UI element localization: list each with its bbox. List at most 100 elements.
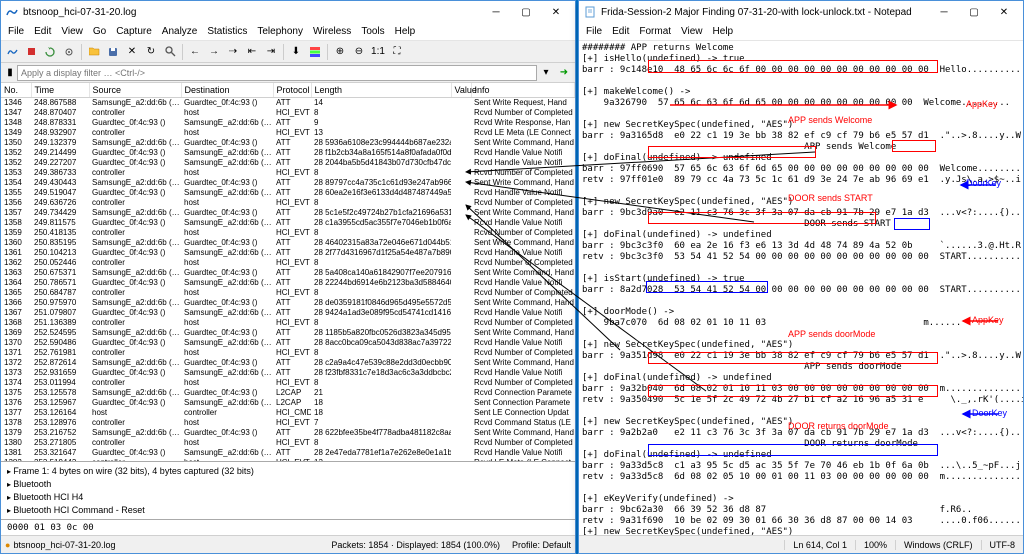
packet-row[interactable]: 1353249.386733controllerhostHCI_EVT8Rcvd… (1, 168, 575, 178)
packet-row[interactable]: 1374253.011994controllerhostHCI_EVT8Rcvd… (1, 378, 575, 388)
packet-row[interactable]: 1381253.321647Guardtec_0f:4c:93 ()Samsun… (1, 448, 575, 458)
menu-edit[interactable]: Edit (607, 26, 634, 37)
packet-row[interactable]: 1349248.932907controllerhostHCI_EVT13Rcv… (1, 128, 575, 138)
packet-details[interactable]: Frame 1: 4 bytes on wire (32 bits), 4 by… (1, 461, 575, 519)
packet-row[interactable]: 1352249.214499Guardtec_0f:4c:93 ()Samsun… (1, 148, 575, 158)
menu-file[interactable]: File (581, 26, 607, 37)
zoom-out-icon[interactable]: ⊖ (350, 43, 368, 61)
packet-row[interactable]: 1354249.430443SamsungE_a2:dd:6b (…Guardt… (1, 178, 575, 188)
filter-bookmark-icon[interactable]: ▮ (3, 64, 17, 82)
packet-row[interactable]: 1361250.104213Guardtec_0f:4c:93 ()Samsun… (1, 248, 575, 258)
packet-row[interactable]: 1356249.636726controllerhostHCI_EVT8Rcvd… (1, 198, 575, 208)
packet-row[interactable]: 1348248.878331Guardtec_0f:4c:93 ()Samsun… (1, 118, 575, 128)
packet-row[interactable]: 1358249.811575Guardtec_0f:4c:93 ()Samsun… (1, 218, 575, 228)
column-header[interactable]: Info (471, 83, 575, 97)
packet-row[interactable]: 1373252.931659Guardtec_0f:4c:93 ()Samsun… (1, 368, 575, 378)
column-header[interactable]: Protocol (273, 83, 311, 97)
tree-node[interactable]: Bluetooth (7, 478, 569, 491)
colorize-icon[interactable] (306, 43, 324, 61)
minimize-button[interactable]: ─ (481, 2, 511, 22)
column-header[interactable]: No. (1, 83, 31, 97)
menu-capture[interactable]: Capture (111, 26, 157, 37)
notepad-textarea[interactable]: ######## APP returns Welcome [+] isHello… (579, 41, 1023, 535)
packet-row[interactable]: 1366250.975970SamsungE_a2:dd:6b (…Guardt… (1, 298, 575, 308)
packet-row[interactable]: 1369252.524595SamsungE_a2:dd:6b (…Guardt… (1, 328, 575, 338)
column-header[interactable]: Value (451, 83, 471, 97)
packet-row[interactable]: 1382253.519443controllerhostHCI_EVT13Rcv… (1, 458, 575, 462)
menu-analyze[interactable]: Analyze (157, 26, 203, 37)
find-icon[interactable] (161, 43, 179, 61)
maximize-button[interactable]: ▢ (511, 2, 541, 22)
go-back-icon[interactable]: ← (186, 43, 204, 61)
packet-row[interactable]: 1347248.870407controllerhostHCI_EVT8Rcvd… (1, 108, 575, 118)
packet-bytes[interactable]: 0000 01 03 0c 00 (1, 519, 575, 535)
menu-statistics[interactable]: Statistics (202, 26, 252, 37)
zoom-in-icon[interactable]: ⊕ (331, 43, 349, 61)
packet-row[interactable]: 1362250.052446controllerhostHCI_EVT8Rcvd… (1, 258, 575, 268)
packet-row[interactable]: 1346248.867588SamsungE_a2:dd:6b (…Guardt… (1, 97, 575, 108)
menu-edit[interactable]: Edit (29, 26, 56, 37)
packet-row[interactable]: 1380253.271805controllerhostHCI_EVT8Rcvd… (1, 438, 575, 448)
stop-capture-icon[interactable] (22, 43, 40, 61)
status-ln-col: Ln 614, Col 1 (784, 540, 855, 550)
column-header[interactable]: Destination (181, 83, 273, 97)
minimize-button[interactable]: ─ (929, 2, 959, 22)
menu-help[interactable]: Help (390, 26, 421, 37)
go-to-icon[interactable]: ⇢ (224, 43, 242, 61)
menu-tools[interactable]: Tools (356, 26, 389, 37)
close-file-icon[interactable]: ✕ (123, 43, 141, 61)
menu-format[interactable]: Format (634, 26, 676, 37)
tree-node[interactable]: Bluetooth HCI Command - Reset (7, 504, 569, 517)
packet-row[interactable]: 1357249.734429SamsungE_a2:dd:6b (…Guardt… (1, 208, 575, 218)
packet-list[interactable]: No.TimeSourceDestinationProtocolLengthVa… (1, 83, 575, 461)
packet-row[interactable]: 1355249.519047Guardtec_0f:4c:93 ()Samsun… (1, 188, 575, 198)
tree-node[interactable]: Frame 1: 4 bytes on wire (32 bits), 4 by… (7, 465, 569, 478)
packet-row[interactable]: 1365250.684787controllerhostHCI_EVT8Rcvd… (1, 288, 575, 298)
filter-dropdown-icon[interactable]: ▾ (537, 64, 555, 82)
packet-row[interactable]: 1368251.136389controllerhostHCI_EVT8Rcvd… (1, 318, 575, 328)
options-icon[interactable] (60, 43, 78, 61)
packet-row[interactable]: 1360250.835195SamsungE_a2:dd:6b (…Guardt… (1, 238, 575, 248)
packet-row[interactable]: 1375253.125578SamsungE_a2:dd:6b (…Guardt… (1, 388, 575, 398)
menu-view[interactable]: View (676, 26, 708, 37)
menu-view[interactable]: View (56, 26, 88, 37)
restart-capture-icon[interactable] (41, 43, 59, 61)
menu-wireless[interactable]: Wireless (308, 26, 356, 37)
menu-telephony[interactable]: Telephony (252, 26, 308, 37)
packet-row[interactable]: 1372252.872614SamsungE_a2:dd:6b (…Guardt… (1, 358, 575, 368)
packet-row[interactable]: 1367251.079807Guardtec_0f:4c:93 ()Samsun… (1, 308, 575, 318)
column-header[interactable]: Time (31, 83, 89, 97)
go-forward-icon[interactable]: → (205, 43, 223, 61)
packet-row[interactable]: 1364250.786571Guardtec_0f:4c:93 ()Samsun… (1, 278, 575, 288)
save-icon[interactable] (104, 43, 122, 61)
menu-help[interactable]: Help (708, 26, 739, 37)
packet-row[interactable]: 1376253.125967Guardtec_0f:4c:93 ()Samsun… (1, 398, 575, 408)
column-header[interactable]: Length (311, 83, 451, 97)
packet-row[interactable]: 1363250.675371SamsungE_a2:dd:6b (…Guardt… (1, 268, 575, 278)
packet-row[interactable]: 1350249.132379SamsungE_a2:dd:6b (…Guardt… (1, 138, 575, 148)
first-packet-icon[interactable]: ⇤ (243, 43, 261, 61)
maximize-button[interactable]: ▢ (959, 2, 989, 22)
display-filter-input[interactable] (17, 65, 537, 81)
packet-row[interactable]: 1370252.590486Guardtec_0f:4c:93 ()Samsun… (1, 338, 575, 348)
reload-icon[interactable]: ↻ (142, 43, 160, 61)
packet-row[interactable]: 1359250.418135controllerhostHCI_EVT8Rcvd… (1, 228, 575, 238)
packet-row[interactable]: 1377253.126164hostcontrollerHCI_CMD18Sen… (1, 408, 575, 418)
close-button[interactable]: ✕ (989, 2, 1019, 22)
packet-row[interactable]: 1352249.227207Guardtec_0f:4c:93 ()Samsun… (1, 158, 575, 168)
zoom-reset-icon[interactable]: 1:1 (369, 43, 387, 61)
autoscroll-icon[interactable]: ⬇ (287, 43, 305, 61)
filter-apply-icon[interactable]: ➜ (555, 64, 573, 82)
menu-file[interactable]: File (3, 26, 29, 37)
tree-node[interactable]: Bluetooth HCI H4 (7, 491, 569, 504)
start-capture-icon[interactable] (3, 43, 21, 61)
packet-row[interactable]: 1378253.128976controllerhostHCI_EVT7Rcvd… (1, 418, 575, 428)
packet-row[interactable]: 1379253.216752SamsungE_a2:dd:6b (…Guardt… (1, 428, 575, 438)
open-icon[interactable] (85, 43, 103, 61)
last-packet-icon[interactable]: ⇥ (262, 43, 280, 61)
resize-columns-icon[interactable]: ⛶ (388, 43, 406, 61)
column-header[interactable]: Source (89, 83, 181, 97)
menu-go[interactable]: Go (88, 26, 111, 37)
close-button[interactable]: ✕ (541, 2, 571, 22)
packet-row[interactable]: 1371252.761981controllerhostHCI_EVT8Rcvd… (1, 348, 575, 358)
